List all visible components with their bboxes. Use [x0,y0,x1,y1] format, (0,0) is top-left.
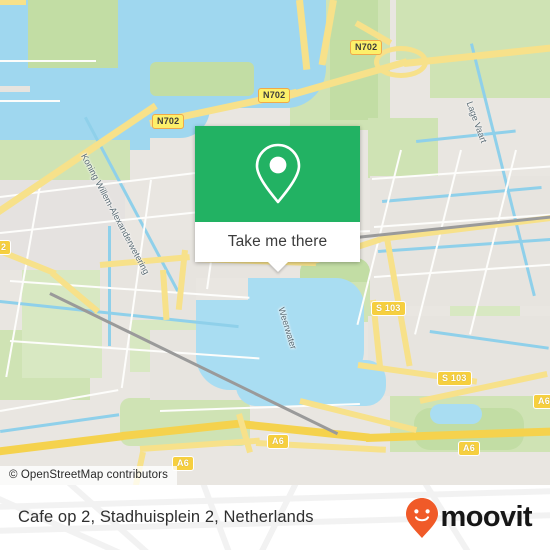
road-shield-s103: S 103 [437,371,472,386]
road-shield-n702: N702 [152,114,185,129]
take-me-there-label: Take me there [227,233,328,250]
place-title: Cafe op 2, Stadhuisplein 2, Netherlands [18,508,314,526]
road-shield-s103: S 103 [371,301,406,316]
footer-bar: Cafe op 2, Stadhuisplein 2, Netherlands … [0,485,550,550]
take-me-there-popup[interactable]: Take me there [195,126,360,272]
map-pin-icon [255,143,300,204]
map-canvas[interactable]: Koning Willem-Alexanderwetering Weerwate… [0,0,550,485]
road-shield-n702: N702 [350,40,383,55]
road-shield-a6: A6 [458,441,480,456]
popup-icon-panel [195,126,360,222]
road-shield-a6: A6 [533,394,550,409]
popup-pointer [267,262,288,272]
road-shield-a6: A6 [267,434,289,449]
moovit-map-share-card: Koning Willem-Alexanderwetering Weerwate… [0,0,550,550]
road-shield-2: 2 [0,240,12,255]
osm-attribution[interactable]: © OpenStreetMap contributors [0,466,177,485]
moovit-wordmark: moovit [440,501,533,533]
road-shield-n702: N702 [258,88,291,103]
moovit-logo[interactable]: moovit [405,497,533,539]
popup-action-bar[interactable]: Take me there [195,222,360,262]
moovit-smiley-pin-icon [405,497,438,538]
